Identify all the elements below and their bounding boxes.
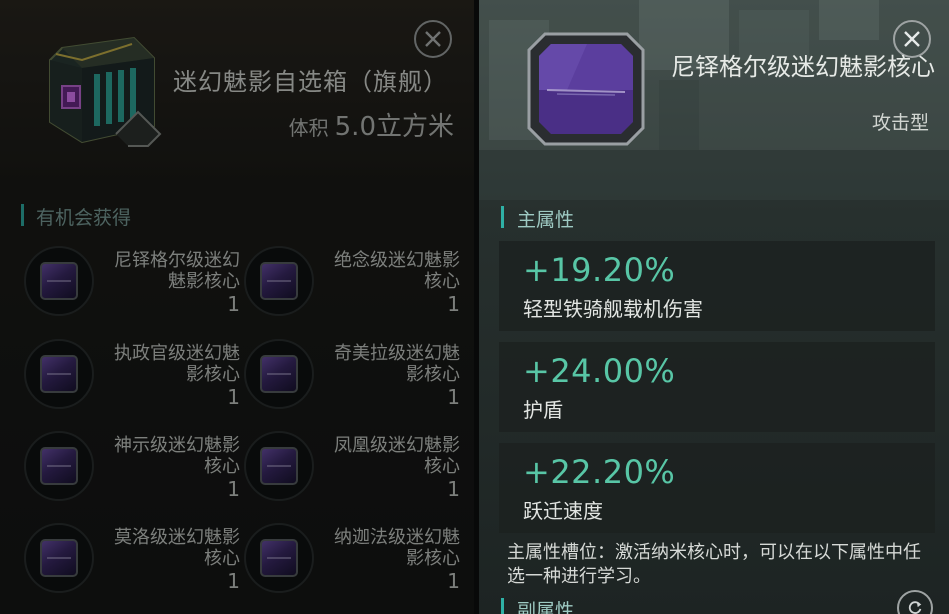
close-icon[interactable] bbox=[414, 20, 452, 58]
section-marker bbox=[501, 206, 504, 228]
reward-count: 1 bbox=[227, 477, 240, 501]
chest-volume: 体积 5.0立方米 bbox=[289, 106, 454, 143]
reward-count: 1 bbox=[227, 385, 240, 409]
stat-value: +19.20% bbox=[523, 251, 676, 289]
main-attributes-heading: 主属性 bbox=[517, 209, 575, 231]
reward-name: 执政官级迷幻魅影核心 bbox=[114, 343, 240, 385]
chest-title: 迷幻魅影自选箱（旗舰） bbox=[173, 68, 448, 96]
slot-note: 主属性槽位：激活纳米核心时，可以在以下属性中任选一种进行学习。 bbox=[507, 542, 921, 587]
crate-icon bbox=[49, 36, 162, 147]
core-gem-icon bbox=[40, 539, 78, 577]
reward-count: 1 bbox=[447, 477, 460, 501]
core-gem-icon bbox=[40, 262, 78, 300]
possible-rewards-heading: 有机会获得 bbox=[36, 207, 132, 229]
volume-value: 5.0立方米 bbox=[334, 112, 454, 142]
core-gem-icon bbox=[260, 447, 298, 485]
stat-value: +24.00% bbox=[523, 352, 676, 390]
reward-name: 莫洛级迷幻魅影核心 bbox=[114, 527, 240, 569]
core-gem-icon bbox=[40, 447, 78, 485]
stat-card[interactable]: +22.20% 跃迁速度 bbox=[499, 443, 935, 533]
reward-item[interactable]: 纳迦法级迷幻魅影核心 1 bbox=[240, 517, 460, 603]
core-type: 攻击型 bbox=[871, 112, 929, 134]
reward-item[interactable]: 绝念级迷幻魅影核心 1 bbox=[240, 240, 460, 326]
reward-count: 1 bbox=[227, 292, 240, 316]
stat-name: 跃迁速度 bbox=[523, 499, 603, 523]
reward-name: 尼铎格尔级迷幻魅影核心 bbox=[114, 250, 240, 292]
reward-count: 1 bbox=[447, 385, 460, 409]
core-gem-icon bbox=[40, 355, 78, 393]
reward-name: 神示级迷幻魅影核心 bbox=[114, 435, 240, 477]
stat-value: +22.20% bbox=[523, 453, 676, 491]
reward-item[interactable]: 神示级迷幻魅影核心 1 bbox=[20, 425, 240, 511]
core-detail-panel: 尼铎格尔级迷幻魅影核心 攻击型 主属性 +19.20% 轻型铁骑舰载机伤害 +2… bbox=[479, 0, 949, 614]
stat-card[interactable]: +19.20% 轻型铁骑舰载机伤害 bbox=[499, 241, 935, 331]
section-marker bbox=[21, 204, 24, 226]
reward-item[interactable]: 莫洛级迷幻魅影核心 1 bbox=[20, 517, 240, 603]
volume-label: 体积 bbox=[288, 116, 329, 140]
reward-name: 奇美拉级迷幻魅影核心 bbox=[334, 343, 460, 385]
stat-name: 轻型铁骑舰载机伤害 bbox=[523, 297, 703, 321]
core-gem-icon bbox=[260, 539, 298, 577]
reward-name: 绝念级迷幻魅影核心 bbox=[334, 250, 460, 292]
core-gem-icon bbox=[527, 32, 645, 146]
reward-name: 纳迦法级迷幻魅影核心 bbox=[334, 527, 460, 569]
reward-item[interactable]: 奇美拉级迷幻魅影核心 1 bbox=[240, 333, 460, 419]
reward-item[interactable]: 凤凰级迷幻魅影核心 1 bbox=[240, 425, 460, 511]
reward-name: 凤凰级迷幻魅影核心 bbox=[334, 435, 460, 477]
core-title: 尼铎格尔级迷幻魅影核心 bbox=[671, 53, 935, 81]
stat-card[interactable]: +24.00% 护盾 bbox=[499, 342, 935, 432]
refresh-icon[interactable] bbox=[897, 590, 933, 614]
reward-count: 1 bbox=[447, 569, 460, 593]
section-marker bbox=[501, 598, 504, 614]
core-gem-icon bbox=[260, 262, 298, 300]
core-gem-icon bbox=[260, 355, 298, 393]
reward-item[interactable]: 尼铎格尔级迷幻魅影核心 1 bbox=[20, 240, 240, 326]
reward-count: 1 bbox=[227, 569, 240, 593]
reward-count: 1 bbox=[447, 292, 460, 316]
chest-info-panel: 迷幻魅影自选箱（旗舰） 体积 5.0立方米 有机会获得 尼铎格尔级迷幻魅影核心 1… bbox=[0, 0, 474, 614]
reward-item[interactable]: 执政官级迷幻魅影核心 1 bbox=[20, 333, 240, 419]
stat-name: 护盾 bbox=[523, 398, 563, 422]
sub-attributes-heading: 副属性 bbox=[517, 600, 575, 614]
